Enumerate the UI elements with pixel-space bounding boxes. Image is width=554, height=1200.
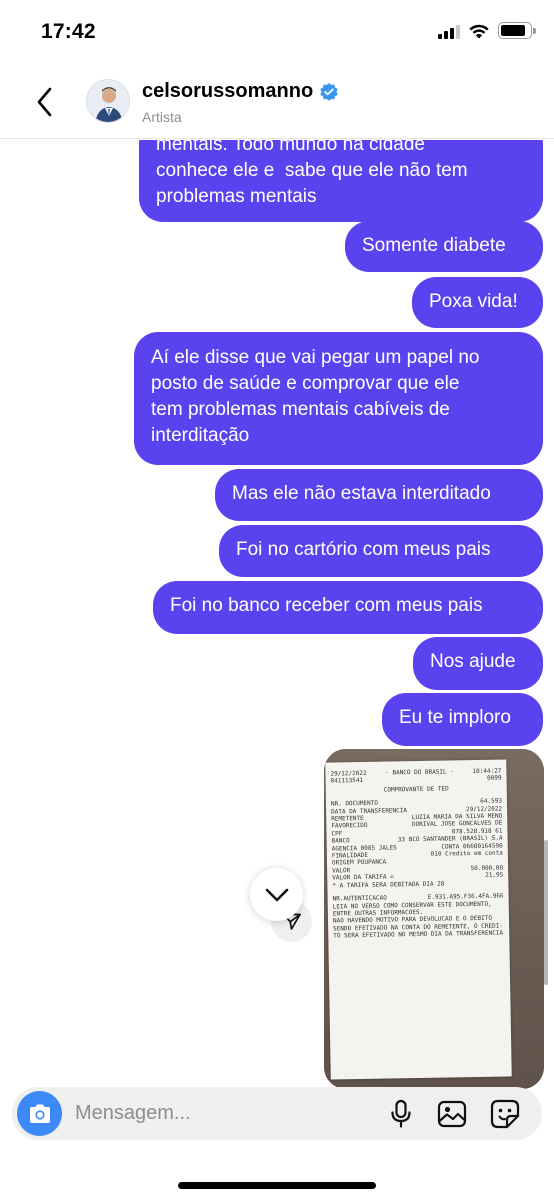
message-bubble[interactable]: mentais. Todo mundo na cidade conhece el… [139, 140, 543, 222]
message-bubble[interactable]: Somente diabete [345, 221, 543, 272]
message-composer [12, 1087, 542, 1140]
scrollbar[interactable] [544, 840, 548, 985]
bank-receipt: 29/12/2022 - BANCO DO BRASIL - 10:44:27 … [325, 759, 512, 1080]
receipt-footer: LEIA NO VERSO COMO CONSERVAR ESTE DOCUME… [333, 900, 505, 940]
microphone-icon [391, 1099, 411, 1128]
profile-photo-icon [87, 80, 129, 122]
receipt-code-row: 041113541 0099 [331, 775, 502, 785]
receipt-line-value: 21,95 [485, 871, 504, 880]
receipt-lines: NR. DOCUMENTO 64.593 DATA DA TRANSFERENCIA… [331, 798, 504, 890]
chat-header: celsorussomanno Artista [0, 66, 554, 139]
back-button[interactable] [30, 84, 60, 120]
sticker-button[interactable] [489, 1098, 521, 1130]
message-bubble[interactable]: Poxa vida! [412, 277, 543, 328]
voice-message-button[interactable] [385, 1098, 417, 1130]
username[interactable]: celsorussomanno [142, 80, 313, 103]
profile-subtitle: Artista [142, 109, 182, 125]
sticker-icon [490, 1099, 520, 1129]
message-bubble[interactable]: Foi no cartório com meus pais [219, 525, 543, 577]
battery-level [501, 25, 525, 36]
message-bubble[interactable]: Foi no banco receber com meus pais [153, 581, 543, 634]
message-bubble[interactable]: Aí ele disse que vai pegar um papel no p… [134, 332, 543, 465]
receipt-line-label: FAVORECIDO [331, 822, 368, 830]
battery-icon [498, 22, 536, 39]
receipt-line-label: ORIGEM POUPANCA [331, 859, 387, 867]
receipt-auth-value: E.931.A95.F36.4FA.966 [427, 892, 504, 901]
status-bar: 17:42 [0, 0, 554, 66]
gallery-icon [437, 1100, 467, 1128]
message-bubble[interactable]: Eu te imploro [382, 693, 543, 746]
receipt-bank: - BANCO DO BRASIL - [385, 768, 454, 777]
home-indicator[interactable] [178, 1182, 376, 1189]
photo-message[interactable]: 29/12/2022 - BANCO DO BRASIL - 10:44:27 … [324, 749, 544, 1089]
cellular-signal-icon [438, 23, 460, 39]
camera-icon [29, 1104, 50, 1123]
verified-badge-icon [320, 82, 338, 101]
wifi-icon [469, 24, 489, 38]
scroll-to-bottom-button[interactable] [250, 868, 303, 921]
message-bubble[interactable]: Nos ajude [413, 637, 543, 690]
username-row[interactable]: celsorussomanno [142, 80, 339, 103]
chevron-down-icon [265, 888, 288, 901]
receipt-footer-line: TO SERA EFETIVADO NO MESMO DIA DA TRANSF… [333, 929, 504, 940]
receipt-code-right: 0099 [487, 774, 502, 783]
message-list[interactable]: mentais. Todo mundo na cidade conhece el… [0, 140, 554, 1090]
message-bubble[interactable]: Mas ele não estava interditado [215, 469, 543, 521]
chevron-left-icon [37, 87, 52, 117]
camera-button[interactable] [17, 1091, 62, 1136]
avatar[interactable] [86, 79, 130, 123]
receipt-line-value: 010 Credito em conta [430, 849, 503, 858]
message-input[interactable] [75, 1097, 375, 1130]
receipt-code-left: 041113541 [330, 777, 364, 785]
gallery-button[interactable] [436, 1098, 468, 1130]
status-icons [438, 22, 536, 39]
status-time: 17:42 [41, 20, 96, 43]
receipt-line-label: DATA DA TRANSFERENCIA [331, 806, 408, 816]
